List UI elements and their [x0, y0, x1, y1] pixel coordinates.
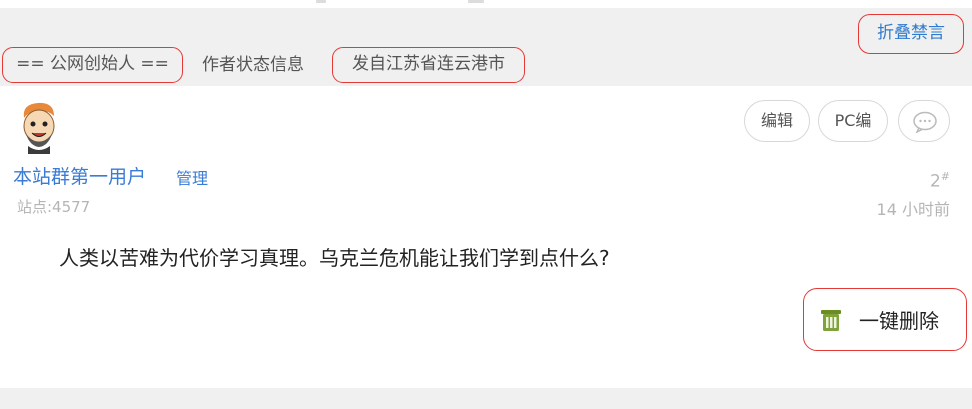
delete-label: 一键删除: [859, 309, 939, 333]
username-link[interactable]: 本站群第一用户: [13, 162, 146, 189]
avatar[interactable]: [18, 100, 60, 154]
comment-button[interactable]: [898, 100, 950, 142]
post-card: 编辑 PC编 本站群第一用户 管理 站点:4577 2# 14 小时前 人类以苦…: [0, 86, 972, 388]
site-score: 站点:4577: [17, 198, 91, 216]
floor-mark: #: [940, 170, 950, 183]
cropped-text-fragment: [316, 0, 326, 3]
floor-number: 2#: [930, 170, 950, 192]
location-tag: 发自江苏省连云港市: [332, 47, 525, 83]
speech-bubble-icon: [913, 111, 937, 133]
one-click-delete-button[interactable]: 一键删除: [803, 288, 967, 351]
cropped-text-fragment: [468, 0, 484, 3]
author-status-info: 作者状态信息: [202, 55, 304, 75]
author-tag: == 公网创始人 ==: [2, 47, 183, 83]
edit-button[interactable]: 编辑: [744, 100, 810, 142]
post-time: 14 小时前: [876, 200, 950, 219]
trash-icon: [821, 310, 841, 331]
post-content: 人类以苦难为代价学习真理。乌克兰危机能让我们学到点什么?: [59, 246, 610, 270]
fold-mute-button[interactable]: 折叠禁言: [858, 14, 964, 54]
pc-edit-button[interactable]: PC编: [818, 100, 888, 142]
bottom-separator: [0, 388, 972, 409]
author-header: 折叠禁言 == 公网创始人 == 作者状态信息 发自江苏省连云港市: [0, 8, 972, 86]
top-strip: [0, 0, 972, 8]
floor-number-value: 2: [929, 171, 941, 192]
role-badge[interactable]: 管理: [176, 165, 208, 189]
